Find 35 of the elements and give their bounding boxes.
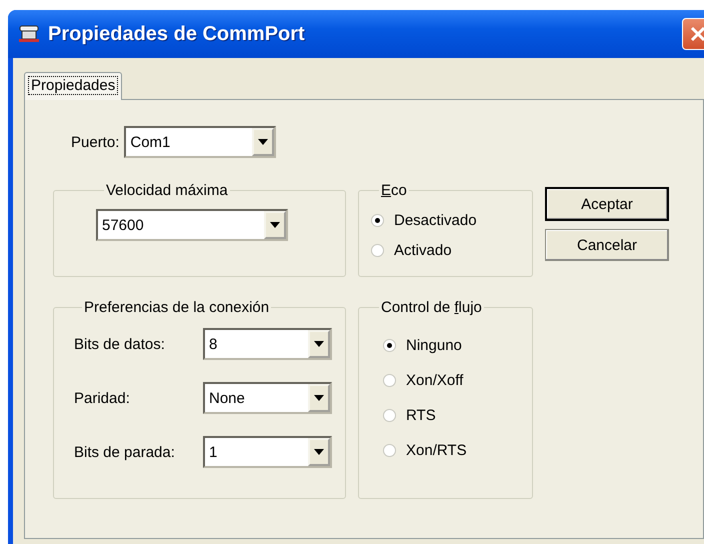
group-title: Velocidad máxima [106,182,228,199]
caret-icon [314,341,324,347]
dropdown-button[interactable] [264,211,286,239]
radio-option[interactable]: Xon/RTS [371,433,532,468]
dropdown-button[interactable] [308,384,330,412]
dropdown[interactable]: 57600 [96,209,288,241]
dropdown[interactable]: None [203,382,332,414]
field-label: Paridad: [74,390,130,406]
field-label: Bits de parada: [74,444,175,460]
dropdown-button[interactable] [252,128,274,156]
group-title: Eco [381,182,407,199]
group-title: Control de flujo [381,299,482,316]
radio-option[interactable]: Activado [371,235,532,265]
tab[interactable]: Propiedades [24,72,122,100]
window-title: Propiedades de CommPort [48,22,306,46]
close-icon [689,25,704,43]
telephone-icon [18,25,40,43]
caret-icon [314,395,324,401]
caret-icon [270,222,280,228]
caret-icon [258,139,268,145]
dialog-button[interactable]: Aceptar [545,187,669,221]
dropdown[interactable]: Com1 [124,126,276,158]
radio-option[interactable]: Xon/Xoff [371,363,532,398]
dropdown[interactable]: 1 [203,436,332,468]
dropdown-button[interactable] [308,438,330,466]
dropdown[interactable]: 8 [203,328,332,360]
field-label: Bits de datos: [74,336,165,352]
caret-icon [314,449,324,455]
radio-option[interactable]: Ninguno [371,328,532,363]
dialog-button[interactable]: Cancelar [545,229,669,261]
dropdown-button[interactable] [308,330,330,358]
group-title: Preferencias de la conexión [84,299,270,316]
field-label: Puerto: [71,134,120,150]
radio-option[interactable]: RTS [371,398,532,433]
radio-option[interactable]: Desactivado [371,205,532,235]
